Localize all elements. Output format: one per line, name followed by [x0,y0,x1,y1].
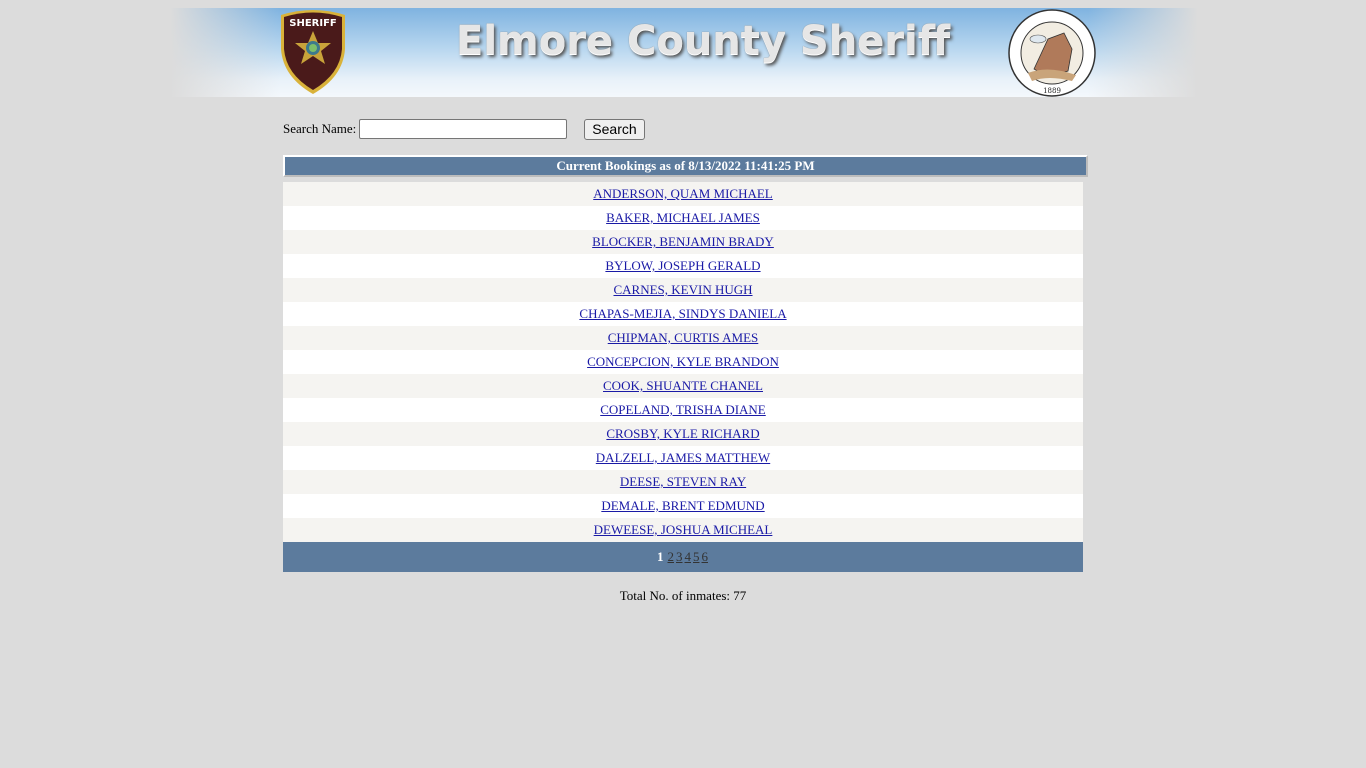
search-name-input[interactable] [359,119,568,139]
pagination: 1 23456 [283,542,1083,572]
site-banner: SHERIFF Elmore County Sheriff 1889 [170,8,1198,97]
total-inmates: Total No. of inmates: 77 [619,588,747,603]
table-row: DEMALE, BRENT EDMUND [283,494,1083,518]
table-row: DEESE, STEVEN RAY [283,470,1083,494]
inmate-link[interactable]: DEWEESE, JOSHUA MICHEAL [594,522,773,538]
table-row: DALZELL, JAMES MATTHEW [283,446,1083,470]
county-seal-icon: 1889 [1008,9,1096,97]
page-link[interactable]: 6 [702,549,709,564]
page-link[interactable]: 2 [668,549,675,564]
table-row: CHIPMAN, CURTIS AMES [283,326,1083,350]
table-row: ANDERSON, QUAM MICHAEL [283,182,1083,206]
inmate-link[interactable]: DEMALE, BRENT EDMUND [601,498,764,514]
banner-title: Elmore County Sheriff [456,18,951,64]
page-current: 1 [657,549,664,564]
table-row: CONCEPCION, KYLE BRANDON [283,350,1083,374]
table-row: DEWEESE, JOSHUA MICHEAL [283,518,1083,542]
svg-text:SHERIFF: SHERIFF [289,18,337,29]
page-link[interactable]: 3 [676,549,683,564]
inmate-link[interactable]: DALZELL, JAMES MATTHEW [596,450,770,466]
table-row: BLOCKER, BENJAMIN BRADY [283,230,1083,254]
inmate-link[interactable]: CHAPAS-MEJIA, SINDYS DANIELA [579,306,786,322]
table-row: CROSBY, KYLE RICHARD [283,422,1083,446]
table-row: BAKER, MICHAEL JAMES [283,206,1083,230]
bookings-header: Current Bookings as of 8/13/2022 11:41:2… [283,155,1088,177]
inmate-link[interactable]: BLOCKER, BENJAMIN BRADY [592,234,774,250]
inmate-link[interactable]: CARNES, KEVIN HUGH [613,282,752,298]
table-row: BYLOW, JOSEPH GERALD [283,254,1083,278]
table-row: COOK, SHUANTE CHANEL [283,374,1083,398]
table-row: CARNES, KEVIN HUGH [283,278,1083,302]
page-link[interactable]: 4 [685,549,692,564]
search-button[interactable]: Search [584,118,645,140]
inmate-link[interactable]: COPELAND, TRISHA DIANE [600,402,766,418]
svg-text:1889: 1889 [1043,87,1061,95]
inmate-link[interactable]: COOK, SHUANTE CHANEL [603,378,763,394]
inmate-link[interactable]: DEESE, STEVEN RAY [620,474,746,490]
inmate-link[interactable]: ANDERSON, QUAM MICHAEL [593,186,772,202]
sheriff-badge-icon: SHERIFF [281,10,345,94]
inmate-link[interactable]: CONCEPCION, KYLE BRANDON [587,354,779,370]
bookings-list: ANDERSON, QUAM MICHAEL BAKER, MICHAEL JAM… [283,182,1083,572]
page-link[interactable]: 5 [693,549,700,564]
search-form: Search Name: Search [283,118,645,140]
search-name-label: Search Name: [283,121,357,136]
table-row: COPELAND, TRISHA DIANE [283,398,1083,422]
inmate-link[interactable]: CHIPMAN, CURTIS AMES [608,330,759,346]
inmate-link[interactable]: CROSBY, KYLE RICHARD [606,426,759,442]
table-row: CHAPAS-MEJIA, SINDYS DANIELA [283,302,1083,326]
inmate-link[interactable]: BYLOW, JOSEPH GERALD [605,258,760,274]
inmate-link[interactable]: BAKER, MICHAEL JAMES [606,210,760,226]
